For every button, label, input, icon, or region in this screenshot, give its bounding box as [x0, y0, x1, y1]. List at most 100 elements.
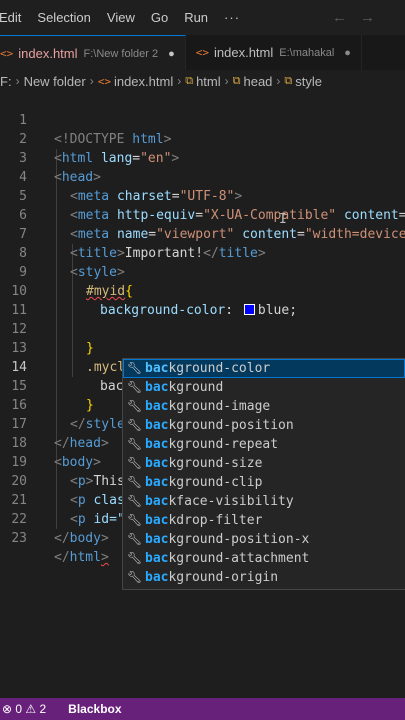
menu-bar: Edit Selection View Go Run ··· ← →: [0, 0, 405, 35]
suggestion-match: bac: [145, 475, 169, 490]
status-bar: ⊗ 0 ⚠ 2 Blackbox: [0, 698, 405, 720]
suggestion-text: kground-size: [168, 456, 263, 471]
code-line[interactable]: 1 <!DOCTYPE html>: [0, 92, 405, 147]
suggestion-item[interactable]: 🔧︎ background-position: [123, 416, 405, 435]
wrench-icon: 🔧︎: [127, 475, 143, 489]
suggestion-item[interactable]: 🔧︎ background-origin: [123, 568, 405, 587]
wrench-icon: 🔧︎: [127, 513, 143, 527]
suggestion-match: bac: [145, 551, 169, 566]
element-icon: ⧉: [284, 74, 293, 87]
menu-edit[interactable]: Edit: [0, 10, 29, 25]
code-line[interactable]: 4 <meta charset="UTF-8">: [0, 149, 405, 204]
tab-filename: index.html: [18, 46, 78, 61]
unsaved-dot-icon[interactable]: ●: [168, 48, 175, 60]
menu-more-icon[interactable]: ···: [216, 10, 248, 25]
error-count: ⊗ 0: [2, 702, 23, 716]
breadcrumb-folder[interactable]: New folder: [24, 74, 86, 89]
suggestion-item[interactable]: 🔧︎ background-position-x: [123, 530, 405, 549]
suggestion-match: bac: [145, 380, 169, 395]
suggestion-item[interactable]: 🔧︎ background-attachment: [123, 549, 405, 568]
suggestion-match: bac: [145, 570, 169, 585]
wrench-icon: 🔧︎: [127, 456, 143, 470]
menu-selection[interactable]: Selection: [29, 10, 98, 25]
suggestion-text: kground: [168, 380, 224, 395]
mouse-ibeam-icon: I: [279, 212, 287, 227]
suggestion-match: bac: [145, 399, 169, 414]
code-line[interactable]: 9 #myid{: [0, 244, 405, 299]
suggestion-item[interactable]: 🔧︎ backdrop-filter: [123, 511, 405, 530]
code-line[interactable]: 10 background-color: blue;: [0, 263, 405, 318]
suggestion-text: kground-clip: [168, 475, 263, 490]
wrench-icon: 🔧︎: [127, 437, 143, 451]
suggestion-text: kground-color: [168, 361, 271, 376]
breadcrumb-style[interactable]: style: [295, 74, 322, 89]
chevron-right-icon: ›: [15, 74, 20, 88]
suggestion-item[interactable]: 🔧︎ background: [123, 378, 405, 397]
code-line[interactable]: 6 <meta name="viewport" content="width=d…: [0, 187, 405, 242]
code-line[interactable]: 12 }: [0, 301, 405, 356]
breadcrumb-html[interactable]: html: [196, 74, 221, 89]
code-line[interactable]: 5 <meta http-equiv="X-UA-Compatible" con…: [0, 168, 405, 223]
wrench-icon: 🔧︎: [127, 418, 143, 432]
blackbox-extension-button[interactable]: Blackbox: [68, 702, 121, 716]
menu-run[interactable]: Run: [176, 10, 216, 25]
element-icon: ⧉: [232, 74, 241, 87]
suggestion-item[interactable]: 🔧︎ background-clip: [123, 473, 405, 492]
suggestion-match: bac: [145, 437, 169, 452]
code-line[interactable]: 13 .myclass{: [0, 320, 405, 375]
menu-go[interactable]: Go: [143, 10, 176, 25]
code-line[interactable]: 7 <title>Important!</title>: [0, 206, 405, 261]
tab-index-html-active[interactable]: <> index.html F:\New folder 2 ●: [0, 35, 186, 71]
arrow-right-icon[interactable]: →: [360, 9, 375, 26]
wrench-icon: 🔧︎: [127, 570, 143, 584]
element-icon: ⧉: [185, 74, 194, 87]
suggestion-item[interactable]: 🔧︎ background-size: [123, 454, 405, 473]
tab-path: E:\mahakal: [279, 46, 335, 59]
arrow-left-icon[interactable]: ←: [332, 9, 347, 26]
suggestion-text: kface-visibility: [168, 494, 294, 509]
wrench-icon: 🔧︎: [127, 494, 143, 508]
breadcrumb-file[interactable]: index.html: [114, 74, 173, 89]
suggestion-item-selected[interactable]: 🔧︎ background-color: [123, 359, 405, 378]
warning-count: ⚠ 2: [25, 702, 47, 716]
suggestion-match: bac: [145, 532, 169, 547]
suggestion-text: kground-repeat: [168, 437, 279, 452]
suggestion-text: kground-position: [168, 418, 294, 433]
wrench-icon: 🔧︎: [127, 551, 143, 565]
code-line[interactable]: 2 <html lang="en">: [0, 111, 405, 166]
html-file-icon: <>: [195, 46, 209, 59]
breadcrumb-head[interactable]: head: [243, 74, 272, 89]
breadcrumb-drive[interactable]: F:: [0, 74, 12, 89]
chevron-right-icon: ›: [224, 74, 229, 88]
suggestion-match: bac: [145, 513, 169, 528]
suggestion-text: kground-image: [168, 399, 271, 414]
menu-view[interactable]: View: [99, 10, 143, 25]
html-file-icon: <>: [0, 47, 14, 60]
code-line[interactable]: 11: [0, 282, 405, 318]
autocomplete-suggestions[interactable]: 🔧︎ background-color 🔧︎ background 🔧︎ backgr…: [122, 358, 405, 590]
suggestion-text: kground-position-x: [168, 532, 310, 547]
code-line-current[interactable]: 14 bac: [0, 339, 405, 394]
chevron-right-icon: ›: [89, 74, 94, 88]
tag-name: body: [69, 531, 101, 546]
code-line[interactable]: 3 <head>: [0, 130, 405, 185]
suggestion-item[interactable]: 🔧︎ backface-visibility: [123, 492, 405, 511]
suggestion-item[interactable]: 🔧︎ background-repeat: [123, 435, 405, 454]
breadcrumb: F: › New folder › <> index.html › ⧉ html…: [0, 70, 405, 92]
chevron-right-icon: ›: [276, 74, 281, 88]
suggestion-text: kdrop-filter: [168, 513, 263, 528]
wrench-icon: 🔧︎: [127, 399, 143, 413]
code-line[interactable]: 8 <style>: [0, 225, 405, 280]
suggestion-item[interactable]: 🔧︎ background-image: [123, 397, 405, 416]
wrench-icon: 🔧︎: [127, 380, 143, 394]
suggestion-match: bac: [145, 494, 169, 509]
wrench-icon: 🔧︎: [127, 361, 143, 375]
unsaved-dot-icon[interactable]: ●: [344, 47, 351, 59]
problems-indicator[interactable]: ⊗ 0 ⚠ 2: [2, 702, 46, 716]
suggestion-text: kground-attachment: [168, 551, 310, 566]
chevron-right-icon: ›: [177, 74, 182, 88]
editor-tab-bar: <> index.html F:\New folder 2 ● <> index…: [0, 35, 405, 71]
suggestion-text: kground-origin: [168, 570, 279, 585]
tab-filename: index.html: [214, 45, 274, 60]
tab-index-html-inactive[interactable]: <> index.html E:\mahakal ●: [186, 35, 362, 70]
